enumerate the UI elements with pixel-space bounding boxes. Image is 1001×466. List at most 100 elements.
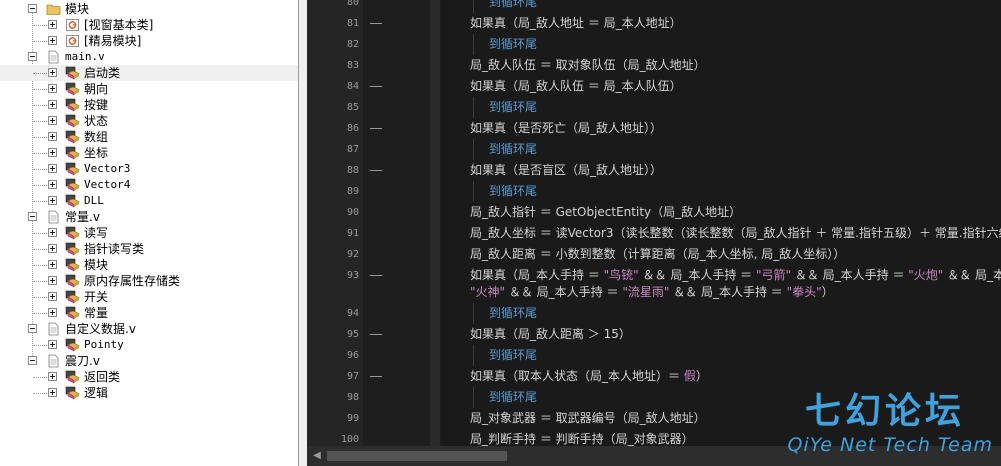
- expand-plus-icon[interactable]: [48, 148, 57, 157]
- code-line[interactable]: 88 如果真（是否盲区（局_敌人地址））: [307, 160, 1001, 181]
- code-line[interactable]: 95 如果真（局_敌人距离 ＞ 15）: [307, 324, 1001, 345]
- collapse-minus-icon[interactable]: [28, 356, 37, 365]
- tree-item[interactable]: Vector3: [0, 161, 298, 177]
- tree-item[interactable]: 朝向: [0, 81, 298, 97]
- code-text[interactable]: 如果真（是否死亡（局_敌人地址））: [470, 120, 662, 137]
- tree-item[interactable]: [精易模块]: [0, 33, 298, 49]
- expand-plus-icon[interactable]: [48, 388, 57, 397]
- tree-item[interactable]: 指针读写类: [0, 241, 298, 257]
- tree-item[interactable]: 按键: [0, 97, 298, 113]
- code-text[interactable]: 局_敌人距离 ＝ 小数到整数（计算距离（局_本人坐标, 局_敌人坐标））: [470, 246, 845, 263]
- expand-plus-icon[interactable]: [48, 372, 57, 381]
- expand-plus-icon[interactable]: [48, 244, 57, 253]
- scroll-left-icon[interactable]: ◀: [311, 450, 323, 462]
- expand-plus-icon[interactable]: [48, 340, 57, 349]
- tree-item[interactable]: 数组: [0, 129, 298, 145]
- tree-item[interactable]: 模块: [0, 257, 298, 273]
- fold-marker-icon[interactable]: [370, 376, 382, 377]
- tree-item[interactable]: 坐标: [0, 145, 298, 161]
- code-line[interactable]: 92 局_敌人距离 ＝ 小数到整数（计算距离（局_本人坐标, 局_敌人坐标））: [307, 244, 1001, 265]
- expand-plus-icon[interactable]: [48, 68, 57, 77]
- panel-splitter[interactable]: [299, 0, 307, 466]
- code-text[interactable]: 到循环尾: [489, 389, 537, 406]
- fold-marker-icon[interactable]: [370, 170, 382, 171]
- code-text[interactable]: 到循环尾: [489, 141, 537, 158]
- code-line[interactable]: 83 局_敌人队伍 ＝ 取对象队伍（局_敌人地址）: [307, 55, 1001, 76]
- fold-marker-icon[interactable]: [370, 128, 382, 129]
- expand-plus-icon[interactable]: [48, 196, 57, 205]
- code-line[interactable]: 96 到循环尾: [307, 345, 1001, 366]
- collapse-minus-icon[interactable]: [28, 324, 37, 333]
- tree-item[interactable]: [视窗基本类]: [0, 17, 298, 33]
- code-text[interactable]: 如果真（取本人状态（局_本人地址）＝ 假）: [470, 368, 708, 385]
- tree-item[interactable]: 启动类: [0, 65, 298, 81]
- tree-item[interactable]: 常量.v: [0, 209, 298, 225]
- code-text[interactable]: 到循环尾: [489, 347, 537, 364]
- code-line[interactable]: 89 到循环尾: [307, 181, 1001, 202]
- tree-item[interactable]: 读写: [0, 225, 298, 241]
- collapse-minus-icon[interactable]: [28, 52, 37, 61]
- code-line[interactable]: 94 到循环尾: [307, 303, 1001, 324]
- project-tree[interactable]: 模块 [视窗基本类] [精易模块] main.v 启动类 朝向 按键 状态 数组 坐标 Vector…: [0, 0, 299, 466]
- fold-marker-icon[interactable]: [370, 23, 382, 24]
- code-line[interactable]: 82 到循环尾: [307, 34, 1001, 55]
- code-line[interactable]: 81 如果真（局_敌人地址 ＝ 局_本人地址）: [307, 13, 1001, 34]
- expand-plus-icon[interactable]: [48, 164, 57, 173]
- code-text-wrapped[interactable]: "火神" ＆＆ 局_本人手持 ＝ "流星雨" ＆＆ 局_本人手持 ＝ "拳头"）: [470, 284, 834, 301]
- code-line[interactable]: 80 到循环尾: [307, 0, 1001, 13]
- expand-plus-icon[interactable]: [48, 36, 57, 45]
- expand-plus-icon[interactable]: [48, 84, 57, 93]
- expand-plus-icon[interactable]: [48, 132, 57, 141]
- code-line[interactable]: 93 如果真（局_本人手持 ＝ "鸟铳" ＆＆ 局_本人手持 ＝ "弓箭" ＆＆ …: [307, 265, 1001, 303]
- expand-plus-icon[interactable]: [48, 180, 57, 189]
- code-text[interactable]: 局_敌人指针 ＝ GetObjectEntity（局_敌人地址）: [470, 204, 741, 221]
- expand-plus-icon[interactable]: [48, 276, 57, 285]
- tree-item[interactable]: Pointy: [0, 337, 298, 353]
- code-text[interactable]: 如果真（局_本人手持 ＝ "鸟铳" ＆＆ 局_本人手持 ＝ "弓箭" ＆＆ 局_…: [470, 267, 1001, 284]
- tree-item[interactable]: Vector4: [0, 177, 298, 193]
- expand-plus-icon[interactable]: [48, 228, 57, 237]
- tree-item[interactable]: 常量: [0, 305, 298, 321]
- tree-item[interactable]: 状态: [0, 113, 298, 129]
- fold-marker-icon[interactable]: [370, 86, 382, 87]
- code-line[interactable]: 91 局_敌人坐标 ＝ 读Vector3（读长整数（读长整数（局_敌人指针 ＋ 常…: [307, 223, 1001, 244]
- tree-item[interactable]: 原内存属性存储类: [0, 273, 298, 289]
- expand-plus-icon[interactable]: [48, 100, 57, 109]
- tree-item[interactable]: 返回类: [0, 369, 298, 385]
- tree-item[interactable]: DLL: [0, 193, 298, 209]
- collapse-minus-icon[interactable]: [28, 212, 37, 221]
- fold-marker-icon[interactable]: [370, 334, 382, 335]
- tree-item[interactable]: 逻辑: [0, 385, 298, 401]
- code-text[interactable]: 如果真（局_敌人地址 ＝ 局_本人地址）: [470, 15, 682, 32]
- expand-plus-icon[interactable]: [48, 20, 57, 29]
- tree-item[interactable]: main.v: [0, 49, 298, 65]
- tree-item[interactable]: 震刀.v: [0, 353, 298, 369]
- code-text[interactable]: 到循环尾: [489, 183, 537, 200]
- expand-plus-icon[interactable]: [48, 260, 57, 269]
- code-text[interactable]: 如果真（是否盲区（局_敌人地址））: [470, 162, 662, 179]
- code-text[interactable]: 局_敌人坐标 ＝ 读Vector3（读长整数（读长整数（局_敌人指针 ＋ 常量.…: [470, 225, 1001, 242]
- code-line[interactable]: 84 如果真（局_敌人队伍 ＝ 局_本人队伍）: [307, 76, 1001, 97]
- code-line[interactable]: 85 到循环尾: [307, 97, 1001, 118]
- code-text[interactable]: 如果真（局_敌人距离 ＞ 15）: [470, 326, 631, 343]
- tree-item[interactable]: 自定义数据.v: [0, 321, 298, 337]
- code-text[interactable]: 到循环尾: [489, 36, 537, 53]
- code-line[interactable]: 90 局_敌人指针 ＝ GetObjectEntity（局_敌人地址）: [307, 202, 1001, 223]
- code-line[interactable]: 87 到循环尾: [307, 139, 1001, 160]
- tree-item[interactable]: 模块: [0, 1, 298, 17]
- code-line[interactable]: 97 如果真（取本人状态（局_本人地址）＝ 假）: [307, 366, 1001, 387]
- tree-item[interactable]: 开关: [0, 289, 298, 305]
- scrollbar-thumb[interactable]: [327, 451, 507, 461]
- code-editor[interactable]: 80 到循环尾 81 如果真（局_敌人地址 ＝ 局_本人地址） 82 到循环尾 83 局_敌人…: [307, 0, 1001, 466]
- expand-plus-icon[interactable]: [48, 292, 57, 301]
- expand-plus-icon[interactable]: [48, 116, 57, 125]
- code-text[interactable]: 如果真（局_敌人队伍 ＝ 局_本人队伍）: [470, 78, 682, 95]
- code-line[interactable]: 86 如果真（是否死亡（局_敌人地址））: [307, 118, 1001, 139]
- collapse-minus-icon[interactable]: [28, 4, 37, 13]
- code-text[interactable]: 到循环尾: [489, 305, 537, 322]
- code-text[interactable]: 到循环尾: [489, 0, 537, 11]
- code-text[interactable]: 局_敌人队伍 ＝ 取对象队伍（局_敌人地址）: [470, 57, 706, 74]
- expand-plus-icon[interactable]: [48, 308, 57, 317]
- fold-marker-icon[interactable]: [370, 275, 382, 276]
- code-text[interactable]: 到循环尾: [489, 99, 537, 116]
